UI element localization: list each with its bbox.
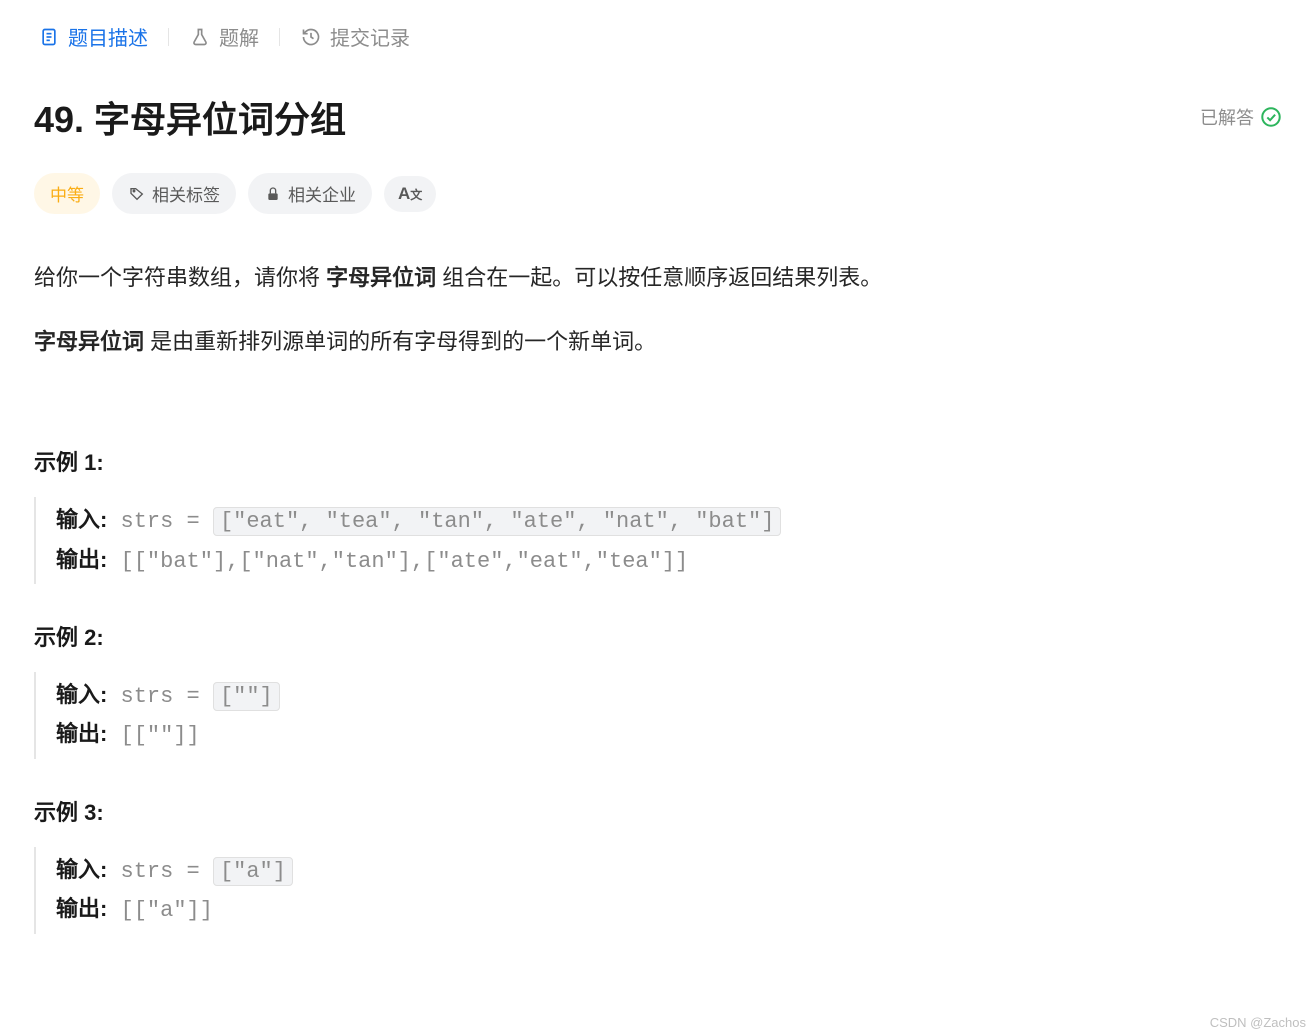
example-output-line: 输出: [["a"]] <box>56 890 1282 929</box>
example-block: 输入: strs = [""] 输出: [[""]] <box>34 672 1282 759</box>
tag-icon <box>128 185 146 203</box>
example-block: 输入: strs = ["eat", "tea", "tan", "ate", … <box>34 497 1282 584</box>
tab-divider <box>168 28 169 46</box>
related-tags-label: 相关标签 <box>152 181 220 206</box>
tags-row: 中等 相关标签 相关企业 A文 <box>34 173 1282 214</box>
tab-bar: 题目描述 题解 提交记录 <box>0 0 1316 61</box>
output-label: 输出: <box>56 721 107 746</box>
problem-title: 49. 字母异位词分组 <box>34 91 346 143</box>
tab-solution[interactable]: 题解 <box>175 12 273 61</box>
output-value: [["bat"],["nat","tan"],["ate","eat","tea… <box>121 549 689 574</box>
example-heading: 示例 3: <box>34 795 1282 827</box>
related-companies-label: 相关企业 <box>288 181 356 206</box>
output-label: 输出: <box>56 547 107 572</box>
input-code: ["eat", "tea", "tan", "ate", "nat", "bat… <box>213 507 782 536</box>
check-circle-icon <box>1260 106 1282 128</box>
input-code: ["a"] <box>213 857 293 886</box>
input-prefix: strs = <box>121 859 213 884</box>
input-label: 输入: <box>56 857 107 882</box>
example-block: 输入: strs = ["a"] 输出: [["a"]] <box>34 847 1282 934</box>
history-icon <box>300 26 322 48</box>
output-label: 输出: <box>56 896 107 921</box>
desc-line2-suffix: 是由重新排列源单词的所有字母得到的一个新单词。 <box>144 329 656 354</box>
example-1: 示例 1: 输入: strs = ["eat", "tea", "tan", "… <box>34 445 1282 584</box>
example-2: 示例 2: 输入: strs = [""] 输出: [[""]] <box>34 620 1282 759</box>
example-input-line: 输入: strs = [""] <box>56 676 1282 715</box>
desc-line1-bold: 字母异位词 <box>326 265 436 290</box>
tab-divider <box>279 28 280 46</box>
watermark: CSDN @Zachos <box>1210 1015 1306 1030</box>
desc-line1-suffix: 组合在一起。可以按任意顺序返回结果列表。 <box>436 265 882 290</box>
example-heading: 示例 2: <box>34 620 1282 652</box>
input-code: [""] <box>213 682 280 711</box>
title-row: 49. 字母异位词分组 已解答 <box>34 91 1282 143</box>
related-companies-pill[interactable]: 相关企业 <box>248 173 372 214</box>
output-value: [[""]] <box>121 723 200 748</box>
tab-solution-label: 题解 <box>219 22 259 51</box>
description-paragraph-1: 给你一个字符串数组，请你将 字母异位词 组合在一起。可以按任意顺序返回结果列表。 <box>34 258 1282 298</box>
flask-icon <box>189 26 211 48</box>
tab-description-label: 题目描述 <box>68 22 148 51</box>
example-output-line: 输出: [["bat"],["nat","tan"],["ate","eat",… <box>56 541 1282 580</box>
input-prefix: strs = <box>121 684 213 709</box>
example-input-line: 输入: strs = ["eat", "tea", "tan", "ate", … <box>56 501 1282 540</box>
input-label: 输入: <box>56 682 107 707</box>
spacer <box>34 385 1282 445</box>
tab-submissions[interactable]: 提交记录 <box>286 12 424 61</box>
example-input-line: 输入: strs = ["a"] <box>56 851 1282 890</box>
solved-label: 已解答 <box>1200 104 1254 130</box>
problem-content: 49. 字母异位词分组 已解答 中等 相关标签 <box>0 61 1316 934</box>
input-label: 输入: <box>56 507 107 532</box>
document-icon <box>38 26 60 48</box>
desc-line1-prefix: 给你一个字符串数组，请你将 <box>34 265 326 290</box>
tab-description[interactable]: 题目描述 <box>24 12 162 61</box>
output-value: [["a"]] <box>121 898 213 923</box>
difficulty-pill[interactable]: 中等 <box>34 173 100 214</box>
example-heading: 示例 1: <box>34 445 1282 477</box>
lock-icon <box>264 185 282 203</box>
desc-line2-bold: 字母异位词 <box>34 329 144 354</box>
example-output-line: 输出: [[""]] <box>56 715 1282 754</box>
solved-badge: 已解答 <box>1200 104 1282 130</box>
example-3: 示例 3: 输入: strs = ["a"] 输出: [["a"]] <box>34 795 1282 934</box>
input-prefix: strs = <box>121 509 213 534</box>
related-tags-pill[interactable]: 相关标签 <box>112 173 236 214</box>
tab-submissions-label: 提交记录 <box>330 22 410 51</box>
description-paragraph-2: 字母异位词 是由重新排列源单词的所有字母得到的一个新单词。 <box>34 322 1282 362</box>
font-size-pill[interactable]: A文 <box>384 176 436 212</box>
